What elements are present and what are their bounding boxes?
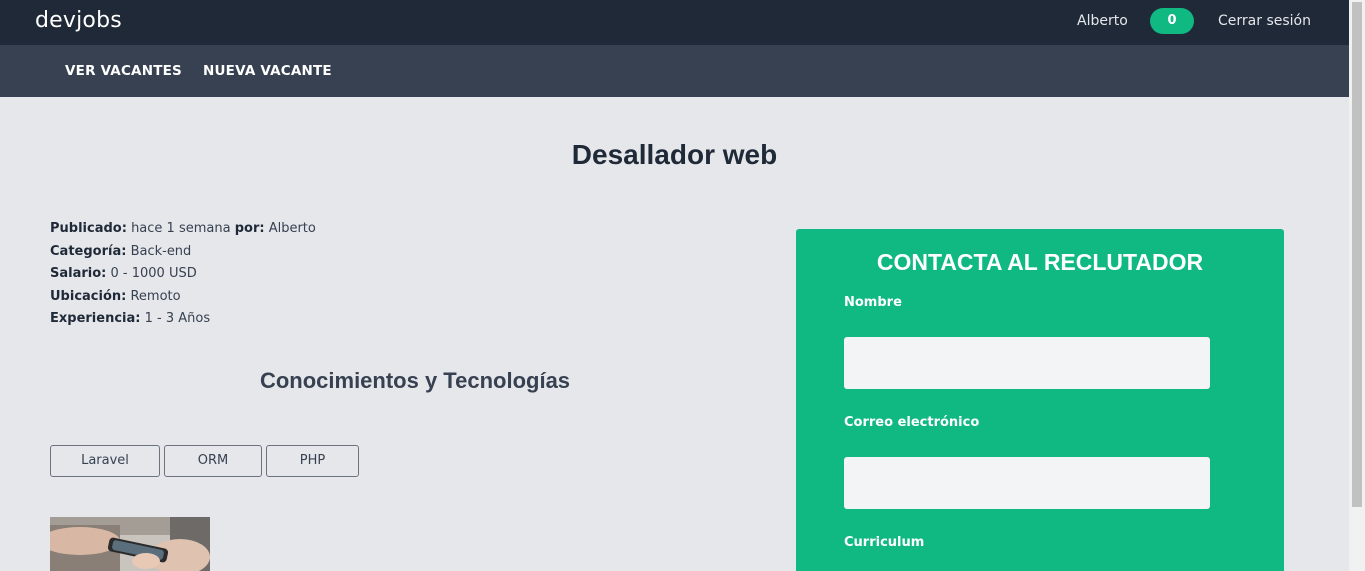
experience-label: Experiencia:: [50, 311, 141, 326]
email-input[interactable]: [844, 457, 1210, 509]
category-value: Back-end: [130, 243, 192, 259]
skill-tag-laravel[interactable]: Laravel: [50, 445, 160, 477]
published-label: Publicado:: [50, 221, 127, 236]
nav-item-ver-vacantes[interactable]: VER VACANTES: [65, 63, 182, 79]
top-header: devjobs Alberto 0 Cerrar sesión: [0, 0, 1349, 45]
cv-label: Curriculum: [844, 535, 925, 550]
notifications-badge[interactable]: 0: [1150, 8, 1194, 34]
contact-recruiter-card: CONTACTA AL RECLUTADOR Nombre Correo ele…: [796, 229, 1284, 571]
nav-item-nueva-vacante[interactable]: NUEVA VACANTE: [203, 63, 332, 79]
brand-logo[interactable]: devjobs: [35, 8, 122, 33]
vertical-scrollbar[interactable]: [1349, 0, 1365, 571]
vacancy-details: Publicado: hace 1 semana por: Alberto Ca…: [50, 220, 316, 333]
skill-tag-orm[interactable]: ORM: [164, 445, 262, 477]
location-row: Ubicación: Remoto: [50, 288, 316, 311]
scrollbar-thumb[interactable]: [1352, 2, 1362, 507]
vacancy-photo: [50, 517, 210, 571]
salary-label: Salario:: [50, 266, 107, 281]
location-label: Ubicación:: [50, 288, 127, 304]
contact-title: CONTACTA AL RECLUTADOR: [876, 249, 1204, 275]
vacancy-image: [50, 517, 210, 571]
name-label: Nombre: [844, 295, 902, 310]
skill-tag-php[interactable]: PHP: [266, 445, 359, 477]
experience-row: Experiencia: 1 - 3 Años: [50, 310, 316, 333]
logout-link[interactable]: Cerrar sesión: [1218, 13, 1311, 29]
name-input[interactable]: [844, 337, 1210, 389]
by-label: por:: [234, 221, 265, 236]
page-title: Desallador web: [571, 139, 778, 170]
location-value: Remoto: [130, 288, 181, 304]
by-value: Alberto: [268, 221, 316, 236]
salary-row: Salario: 0 - 1000 USD: [50, 265, 316, 288]
category-row: Categoría: Back-end: [50, 243, 316, 266]
experience-value: 1 - 3 Años: [144, 311, 211, 326]
email-label: Correo electrónico: [844, 415, 980, 430]
category-label: Categoría:: [50, 243, 127, 259]
salary-value: 0 - 1000 USD: [110, 266, 197, 281]
user-name: Alberto: [1077, 13, 1128, 29]
main-nav: VER VACANTES NUEVA VACANTE: [0, 45, 1349, 97]
published-value: hace 1 semana: [131, 221, 231, 236]
skills-heading: Conocimientos y Tecnologías: [259, 368, 571, 393]
published-row: Publicado: hace 1 semana por: Alberto: [50, 220, 316, 243]
